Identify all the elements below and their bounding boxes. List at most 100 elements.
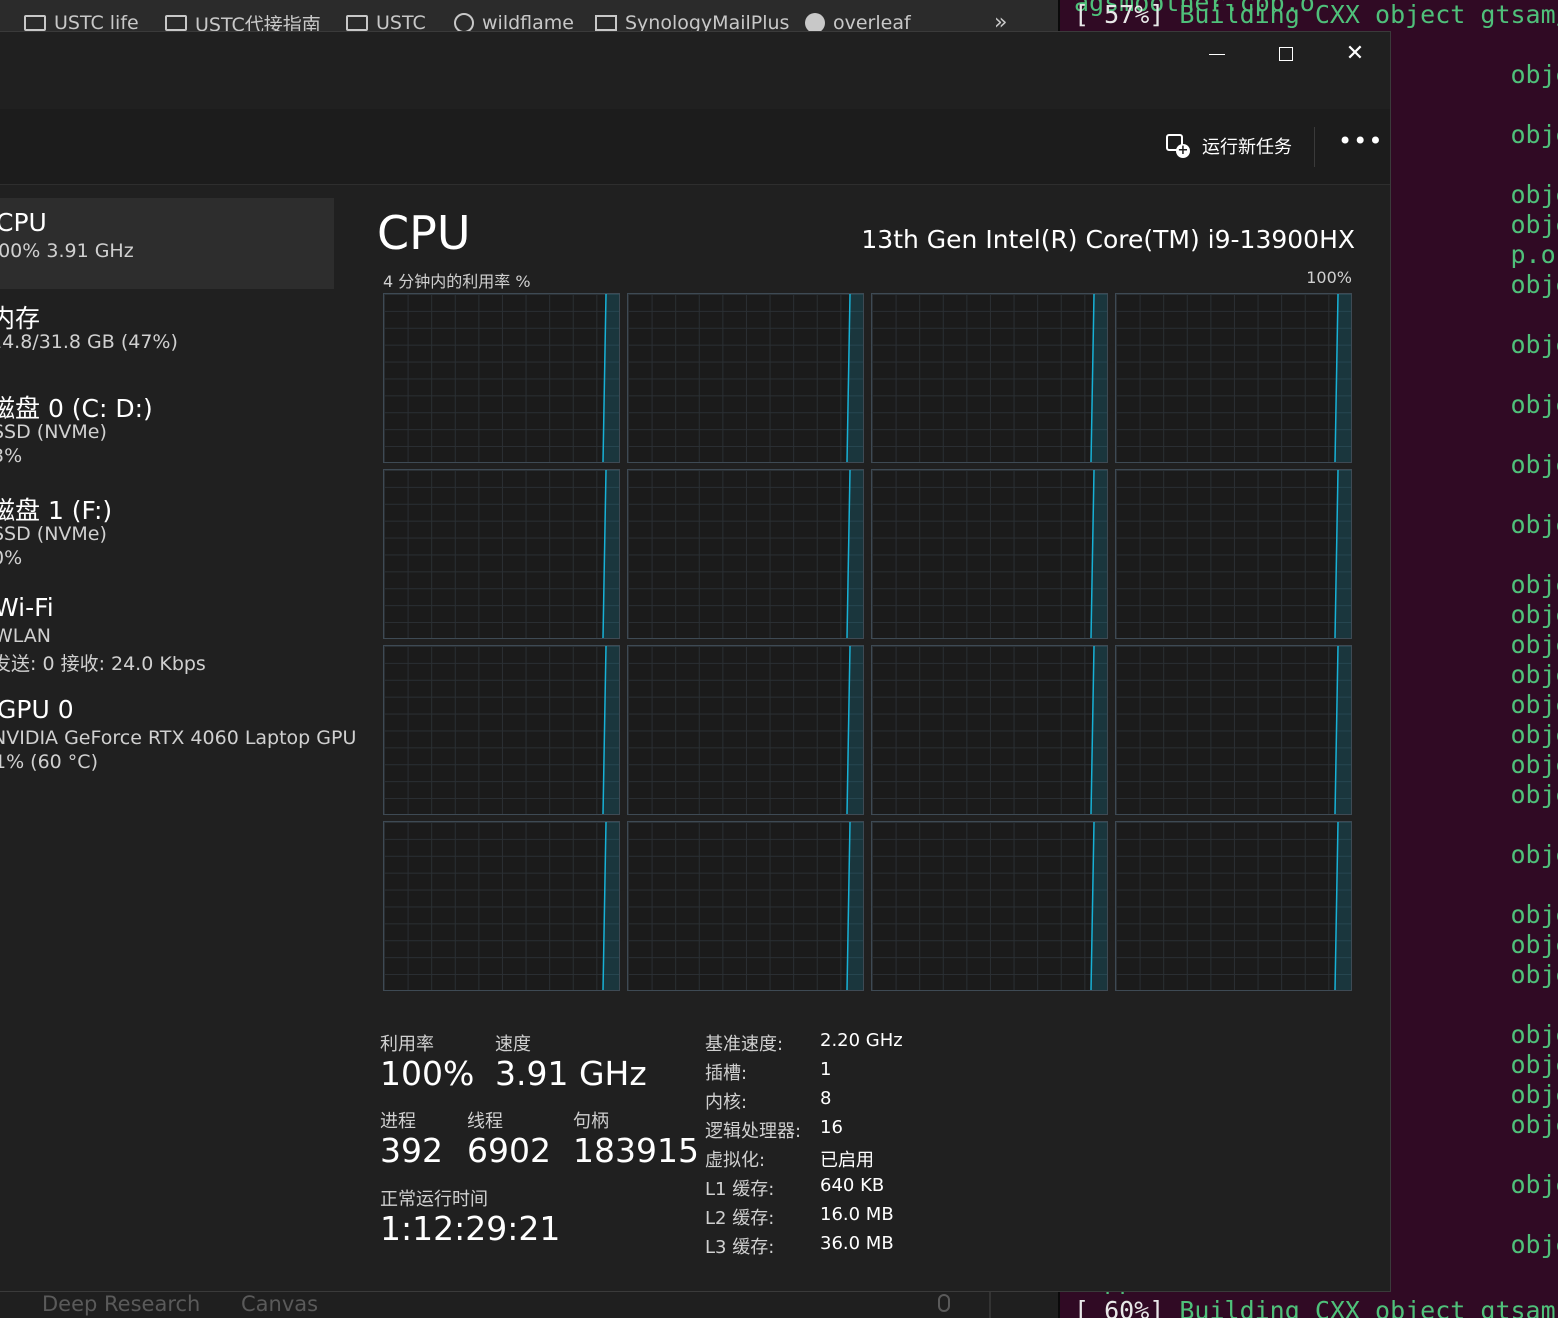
core-graphs-grid[interactable] — [383, 293, 1353, 992]
sidebar-item-detail: NVIDIA GeForce RTX 4060 Laptop GPU — [0, 727, 357, 749]
core-utilization-trace — [846, 646, 863, 814]
sidebar-item-gpu0[interactable]: GPU 0 NVIDIA GeForce RTX 4060 Laptop GPU… — [0, 685, 356, 787]
spec-key: L2 缓存: — [705, 1208, 775, 1229]
more-options-icon[interactable]: ••• — [1338, 127, 1383, 155]
sidebar-item-memory[interactable]: 内存 14.8/31.8 GB (47%) — [0, 289, 334, 379]
spec-key: 基准速度: — [705, 1034, 784, 1055]
run-new-task-button[interactable]: + 运行新任务 — [1166, 133, 1292, 159]
sidebar-item-detail: SSD (NVMe) — [0, 523, 107, 545]
spec-key: 逻辑处理器: — [705, 1121, 802, 1142]
spec-value: 已启用 — [820, 1150, 874, 1171]
core-utilization-trace — [1334, 646, 1351, 814]
run-new-task-label: 运行新任务 — [1202, 137, 1292, 158]
bookmark-ustc[interactable]: USTC — [346, 12, 426, 32]
bookmark-wildflame[interactable]: wildflame — [454, 12, 574, 32]
run-task-icon: + — [1166, 134, 1190, 158]
close-button[interactable]: ✕ — [1321, 32, 1389, 76]
microphone-icon[interactable] — [938, 1294, 950, 1312]
bookmark-ustc-guide[interactable]: USTC代接指南 — [165, 13, 321, 32]
spec-value: 8 — [820, 1088, 832, 1109]
core-utilization-trace — [1090, 470, 1107, 638]
maximize-icon — [1279, 47, 1293, 61]
core-graph — [627, 645, 864, 815]
spec-key: L3 缓存: — [705, 1237, 775, 1258]
core-utilization-trace — [1090, 646, 1107, 814]
folder-icon — [165, 15, 187, 31]
sidebar-item-usage: 发送: 0 接收: 24.0 Kbps — [0, 653, 206, 675]
sidebar-item-title: CPU — [0, 208, 47, 237]
core-graph — [383, 293, 620, 463]
core-utilization-trace — [846, 470, 863, 638]
sidebar-item-wifi[interactable]: Wi-Fi WLAN 发送: 0 接收: 24.0 Kbps — [0, 583, 334, 685]
spec-key: 插槽: — [705, 1063, 748, 1084]
core-graph — [627, 293, 864, 463]
title-bar: ✕ — [0, 32, 1390, 109]
mail-icon — [595, 15, 617, 31]
threads-value: 6902 — [467, 1131, 551, 1170]
core-utilization-trace — [1334, 822, 1351, 990]
core-utilization-trace — [846, 822, 863, 990]
core-utilization-trace — [1334, 470, 1351, 638]
bookmark-synology-mail[interactable]: SynologyMailPlus — [595, 12, 789, 32]
spec-value: 2.20 GHz — [820, 1030, 903, 1051]
core-utilization-trace — [846, 294, 863, 462]
sidebar-item-detail: SSD (NVMe) — [0, 421, 107, 443]
threads-label: 线程 — [467, 1111, 503, 1132]
sidebar-item-detail: WLAN — [0, 625, 52, 647]
folder-icon — [24, 15, 46, 31]
sidebar-item-title: 内存 — [0, 304, 41, 333]
task-manager-window: ✕ + 运行新任务 ••• CPU 100% 3.91 GHz 内存 14.8/… — [0, 31, 1391, 1292]
processes-label: 进程 — [380, 1111, 416, 1132]
resource-sidebar: CPU 100% 3.91 GHz 内存 14.8/31.8 GB (47%) … — [0, 185, 356, 1285]
bookmark-overleaf[interactable]: overleaf — [805, 12, 911, 32]
core-graph — [871, 469, 1108, 639]
bookmarks-more-icon[interactable]: » — [994, 10, 1007, 32]
core-graph — [383, 645, 620, 815]
terminal-line: [ 60%] Building CXX object gtsam/ — [1074, 1296, 1558, 1318]
core-utilization-trace — [602, 294, 619, 462]
core-utilization-trace — [602, 470, 619, 638]
divider — [989, 1292, 991, 1318]
sidebar-item-usage: 3% — [0, 445, 23, 467]
canvas-button[interactable]: Canvas — [241, 1292, 318, 1316]
core-utilization-trace — [602, 646, 619, 814]
browser-bottom-bar: Deep Research Canvas — [0, 1292, 1058, 1318]
minimize-button[interactable] — [1183, 32, 1251, 76]
core-graph — [1115, 821, 1352, 991]
core-graph — [871, 293, 1108, 463]
core-graph — [1115, 645, 1352, 815]
sidebar-item-disk0[interactable]: 磁盘 0 (C: D:) SSD (NVMe) 3% — [0, 379, 334, 481]
core-graph — [383, 469, 620, 639]
core-graph — [1115, 293, 1352, 463]
sidebar-item-title: 磁盘 1 (F:) — [0, 496, 113, 525]
maximize-button[interactable] — [1252, 32, 1320, 76]
sidebar-item-title: 磁盘 0 (C: D:) — [0, 394, 153, 423]
divider — [1314, 127, 1315, 167]
core-utilization-trace — [1334, 294, 1351, 462]
command-bar: + 运行新任务 ••• — [0, 109, 1390, 185]
spec-value: 1 — [820, 1059, 832, 1080]
core-graph — [871, 821, 1108, 991]
cpu-model-name: 13th Gen Intel(R) Core(TM) i9-13900HX — [861, 225, 1355, 254]
sidebar-item-detail: 14.8/31.8 GB (47%) — [0, 331, 178, 353]
handles-label: 句柄 — [573, 1111, 609, 1132]
core-graph — [1115, 469, 1352, 639]
bookmark-ustc-life[interactable]: USTC life — [24, 12, 139, 32]
sidebar-item-usage: 0% — [0, 547, 23, 569]
deep-research-button[interactable]: Deep Research — [42, 1292, 200, 1316]
folder-icon — [346, 15, 368, 31]
core-utilization-trace — [602, 822, 619, 990]
sidebar-item-disk1[interactable]: 磁盘 1 (F:) SSD (NVMe) 0% — [0, 481, 334, 583]
spec-key: L1 缓存: — [705, 1179, 775, 1200]
core-graph — [627, 469, 864, 639]
handles-value: 183915 — [573, 1131, 699, 1170]
spec-value: 640 KB — [820, 1175, 885, 1196]
core-utilization-trace — [1090, 294, 1107, 462]
sidebar-item-title: GPU 0 — [0, 695, 74, 724]
bookmarks-bar: USTC life USTC代接指南 USTC wildflame Synolo… — [0, 0, 1058, 32]
sidebar-item-cpu[interactable]: CPU 100% 3.91 GHz — [0, 198, 334, 289]
sidebar-item-usage: 1% (60 °C) — [0, 751, 98, 773]
graph-max-label: 100% — [1306, 268, 1352, 287]
spec-value: 16.0 MB — [820, 1204, 894, 1225]
spec-value: 16 — [820, 1117, 843, 1138]
